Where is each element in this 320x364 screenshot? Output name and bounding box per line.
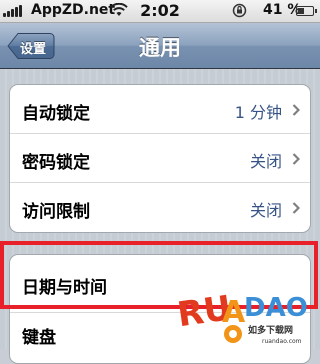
row-label: 自动锁定 <box>22 104 90 124</box>
page-title: 通用 <box>139 36 181 60</box>
settings-row-passcode-lock[interactable]: 密码锁定 关闭 <box>10 134 310 183</box>
settings-row-auto-lock[interactable]: 自动锁定 1 分钟 <box>10 85 310 134</box>
svg-text:ruandao.com: ruandao.com <box>262 338 302 345</box>
watermark-logo: RU A DAO 如多下载网 ruandao.com <box>176 288 308 345</box>
row-value: 关闭 <box>249 152 282 171</box>
settings-group-lock: 自动锁定 1 分钟 密码锁定 关闭 访问限制 关闭 <box>9 84 311 233</box>
svg-text:如多下载网: 如多下载网 <box>248 324 293 336</box>
status-bar: AppZD.net 2:02 41 % <box>0 0 320 23</box>
row-value: 1 分钟 <box>234 103 282 122</box>
chevron-right-icon <box>292 153 300 165</box>
row-label: 键盘 <box>22 328 56 348</box>
row-value: 关闭 <box>249 201 282 220</box>
row-label: 访问限制 <box>22 202 90 222</box>
chevron-right-icon <box>292 104 300 116</box>
battery-icon <box>296 6 317 16</box>
row-label: 密码锁定 <box>22 153 90 173</box>
svg-text:A: A <box>222 295 246 330</box>
rotation-lock-icon <box>232 3 247 18</box>
svg-text:DAO: DAO <box>244 293 308 323</box>
settings-row-restrictions[interactable]: 访问限制 关闭 <box>10 183 310 232</box>
navigation-bar: 设置 通用 <box>0 23 320 69</box>
chevron-right-icon <box>292 202 300 214</box>
